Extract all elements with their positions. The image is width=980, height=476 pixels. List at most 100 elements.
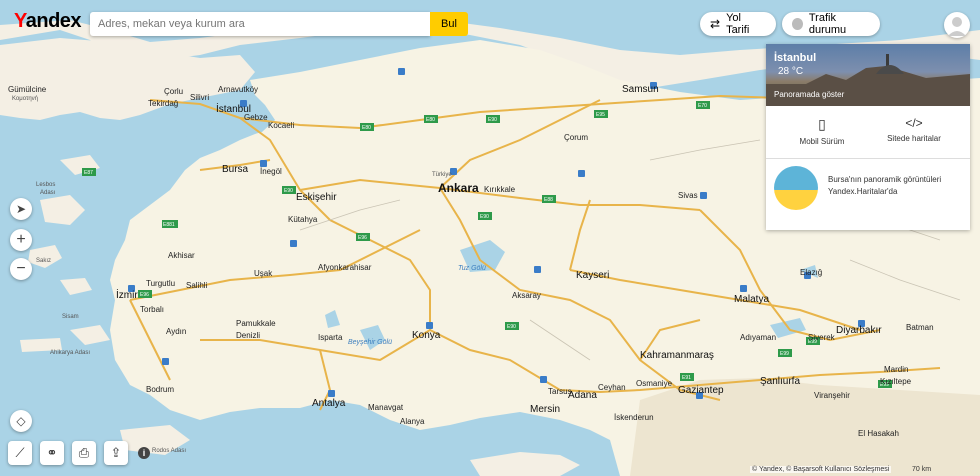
label-sisam: Sisam [62,314,79,320]
label-batman: Batman [906,323,934,332]
yandex-logo[interactable]: Yandex [14,10,82,33]
route-button[interactable]: ⇄ Yol Tarifi [700,12,776,36]
shield-e87: E87 [84,170,93,176]
scale-bar: 70 km [912,466,932,473]
shield-e96: E96 [140,292,149,298]
shield-e88: E88 [544,197,553,203]
label-mardin: Mardin [884,365,908,374]
layers-icon: ◇ [16,414,26,428]
location-arrow-icon: ➤ [15,202,27,216]
print-button[interactable]: ⎙ [72,441,96,465]
search-button[interactable]: Bul [430,12,468,36]
label-tuz-golu: Tuz Gölü [458,265,486,272]
mobile-label: Mobil Sürüm [799,137,845,146]
label-diyarbakir: Diyarbakır [836,325,882,336]
label-torbali: Torbalı [140,305,164,314]
label-izmir: İzmir [116,288,138,301]
label-arnavutkoy: Arnavutköy [218,85,258,94]
label-bodrum: Bodrum [146,385,174,394]
print-icon: ⎙ [78,445,90,460]
label-elazig: Elazığ [800,268,822,277]
label-kayseri: Kayseri [576,270,609,281]
shield-e80: E80 [362,125,371,131]
search-input[interactable] [96,17,420,31]
label-adasi: Adası [40,190,56,196]
label-konya: Konya [412,330,441,341]
label-kocaeli: Kocaeli [268,121,294,130]
label-aydin: Aydın [166,327,186,336]
label-manavgat: Manavgat [368,403,404,412]
label-tarsus: Tarsus [548,387,572,396]
label-osmaniye: Osmaniye [636,379,673,388]
route-label: Yol Tarifi [726,12,750,36]
label-kirikkale: Kırıkkale [484,185,516,194]
shield-e90c: E90 [480,214,489,220]
traffic-button[interactable]: Trafik durumu [782,12,880,36]
label-pamukkale: Pamukkale [236,319,276,328]
label-inegol: İnegöl [260,167,282,176]
shield-e881: E881 [163,222,175,228]
shield-e96b: E96 [358,235,367,241]
promo-banner[interactable]: Bursa'nın panoramik görüntüleri Yandex.H… [766,158,970,212]
panel-city: İstanbul [774,52,817,64]
label-kahramanmaras: Kahramanmaraş [640,350,714,361]
embed-map-button[interactable]: </> Sitede haritalar [864,116,964,143]
label-antalya: Antalya [312,398,346,409]
label-gaziantep: Gaziantep [678,385,724,396]
label-viransehir: Viranşehir [814,391,850,400]
label-eskisehir: Eskişehir [296,192,337,203]
zoom-in-button[interactable]: + [10,229,32,251]
label-mersin: Mersin [530,404,560,415]
info-icon[interactable]: i [138,447,150,459]
user-icon [948,17,966,36]
label-adiyaman: Adıyaman [740,333,776,342]
label-salihli: Salihli [186,281,208,290]
embed-label: Sitede haritalar [887,134,941,143]
label-samsun: Samsun [622,84,659,95]
label-gumulcine: Gümülcine [8,85,47,94]
shield-e90: E90 [488,117,497,123]
label-sanliurfa: Şanlıurfa [760,376,800,387]
label-kiziltepe: Kızıltepe [880,377,912,386]
label-komotini: Κομοτηνή [12,95,38,102]
mobile-icon: ▯ [818,116,826,132]
layers-button[interactable]: ◇ [10,410,32,432]
label-isparta: Isparta [318,333,343,342]
label-corum: Çorum [564,133,588,142]
city-photo[interactable]: İstanbul 28 °C Panoramada göster [766,44,970,106]
label-rodos: Rodos Adası [152,448,186,454]
label-ankara: Ankara [438,181,479,195]
panorama-button[interactable]: ⚭ [40,441,64,465]
label-sivas: Sivas [678,191,698,200]
traffic-icon [792,18,803,30]
shield-e91: E91 [682,375,691,381]
label-sakiz: Sakız [36,258,51,264]
panorama-link[interactable]: Panoramada göster [774,90,844,99]
locate-button[interactable]: ➤ [10,198,32,220]
label-siverek: Siverek [808,333,836,342]
zoom-out-button[interactable]: − [10,258,32,280]
info-panel: İstanbul 28 °C Panoramada göster ▯ Mobil… [766,44,970,230]
label-denizli: Denizli [236,331,260,340]
shield-e90b: E90 [284,188,293,194]
shield-e80b: E80 [426,117,435,123]
code-icon: </> [905,116,923,130]
label-malatya: Malatya [734,294,769,305]
share-button[interactable]: ⇪ [104,441,128,465]
share-icon: ⇪ [110,445,122,460]
ruler-button[interactable]: ⟋ [8,441,32,465]
ruler-icon: ⟋ [15,445,25,460]
label-afyon: Afyonkarahisar [318,263,372,272]
search-box [90,12,430,36]
label-beysehir: Beyşehir Gölü [348,339,392,346]
copyright[interactable]: © Yandex, © Başarsoft Kullanıcı Sözleşme… [750,466,892,473]
shield-e90d: E90 [507,324,516,330]
label-turkiye: Türkiye [432,172,452,178]
label-akhisar: Akhisar [168,251,195,260]
shield-e95: E95 [596,112,605,118]
user-avatar[interactable] [944,12,970,38]
label-usak: Uşak [254,269,273,278]
label-gebze: Gebze [244,113,268,122]
label-aksaray: Aksaray [512,291,541,300]
mobile-version-button[interactable]: ▯ Mobil Sürüm [772,116,872,146]
